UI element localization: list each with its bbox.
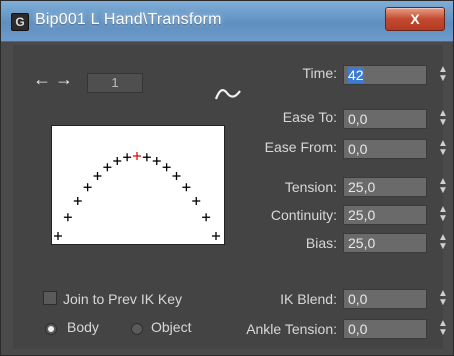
curve-type-icon[interactable] (213, 83, 243, 105)
curve-point-marker (54, 232, 62, 240)
curve-point-marker (182, 183, 191, 192)
object-radio-label: Object (151, 319, 192, 335)
tcb-dialog-window: G Bip001 L Hand\Transform X ← → 1 Time: … (0, 0, 454, 356)
next-key-arrow-icon[interactable]: → (55, 69, 73, 90)
curve-point-marker (152, 157, 161, 165)
ik-blend-field[interactable]: 0,0 (343, 289, 427, 309)
object-radio[interactable] (131, 323, 143, 335)
ease-from-spinner[interactable]: ▲ ▼ (437, 139, 449, 159)
curve-point-marker (123, 153, 132, 162)
curve-point-marker (63, 213, 72, 222)
key-number-field[interactable]: 1 (87, 73, 143, 93)
ankle-tension-spinner[interactable]: ▲ ▼ (437, 319, 449, 339)
curve-point-marker (142, 153, 151, 162)
bias-label: Bias: (305, 235, 337, 251)
curve-point-marker (93, 172, 102, 180)
join-prev-ik-label: Join to Prev IK Key (63, 291, 183, 307)
tension-label: Tension: (284, 179, 337, 195)
window-title: Bip001 L Hand\Transform (35, 11, 222, 28)
curve-point-marker (212, 232, 220, 240)
curve-point-marker (202, 213, 211, 222)
tension-spinner[interactable]: ▲ ▼ (437, 177, 449, 197)
curve-point-marker (192, 197, 201, 205)
ik-blend-spinner[interactable]: ▲ ▼ (437, 289, 449, 309)
ease-from-field[interactable]: 0,0 (343, 139, 427, 159)
body-radio[interactable] (45, 323, 57, 335)
ankle-tension-label: Ankle Tension: (246, 321, 337, 337)
bias-field[interactable]: 25,0 (343, 233, 427, 253)
tension-field[interactable]: 25,0 (343, 177, 427, 197)
app-icon: G (11, 13, 29, 31)
close-button[interactable]: X (385, 7, 445, 31)
ease-to-label: Ease To: (282, 109, 337, 125)
ease-to-spinner[interactable]: ▲ ▼ (437, 109, 449, 129)
ease-to-field[interactable]: 0,0 (343, 109, 427, 129)
tcb-curve-graph (51, 125, 225, 245)
tcb-curve-plot (54, 152, 220, 240)
prev-key-arrow-icon[interactable]: ← (33, 69, 51, 90)
time-spinner[interactable]: ▲ ▼ (437, 65, 449, 85)
curve-key-marker-current (133, 152, 141, 160)
curve-point-marker (73, 197, 82, 205)
curve-point-marker (113, 157, 122, 165)
title-bar[interactable]: G Bip001 L Hand\Transform X (1, 1, 453, 42)
join-prev-ik-checkbox[interactable] (43, 291, 57, 305)
curve-point-marker (83, 183, 92, 192)
time-label: Time: (302, 65, 337, 81)
curve-point-marker (172, 172, 181, 180)
curve-point-marker (103, 163, 112, 172)
time-field[interactable]: 42 (343, 65, 427, 85)
ik-blend-label: IK Blend: (280, 291, 337, 307)
body-radio-label: Body (67, 319, 99, 335)
continuity-field[interactable]: 25,0 (343, 205, 427, 225)
bias-spinner[interactable]: ▲ ▼ (437, 233, 449, 253)
time-value: 42 (348, 67, 364, 83)
continuity-label: Continuity: (270, 207, 337, 223)
curve-point-marker (162, 163, 171, 172)
ankle-tension-field[interactable]: 0,0 (343, 319, 427, 339)
ease-from-label: Ease From: (264, 139, 337, 155)
continuity-spinner[interactable]: ▲ ▼ (437, 205, 449, 225)
